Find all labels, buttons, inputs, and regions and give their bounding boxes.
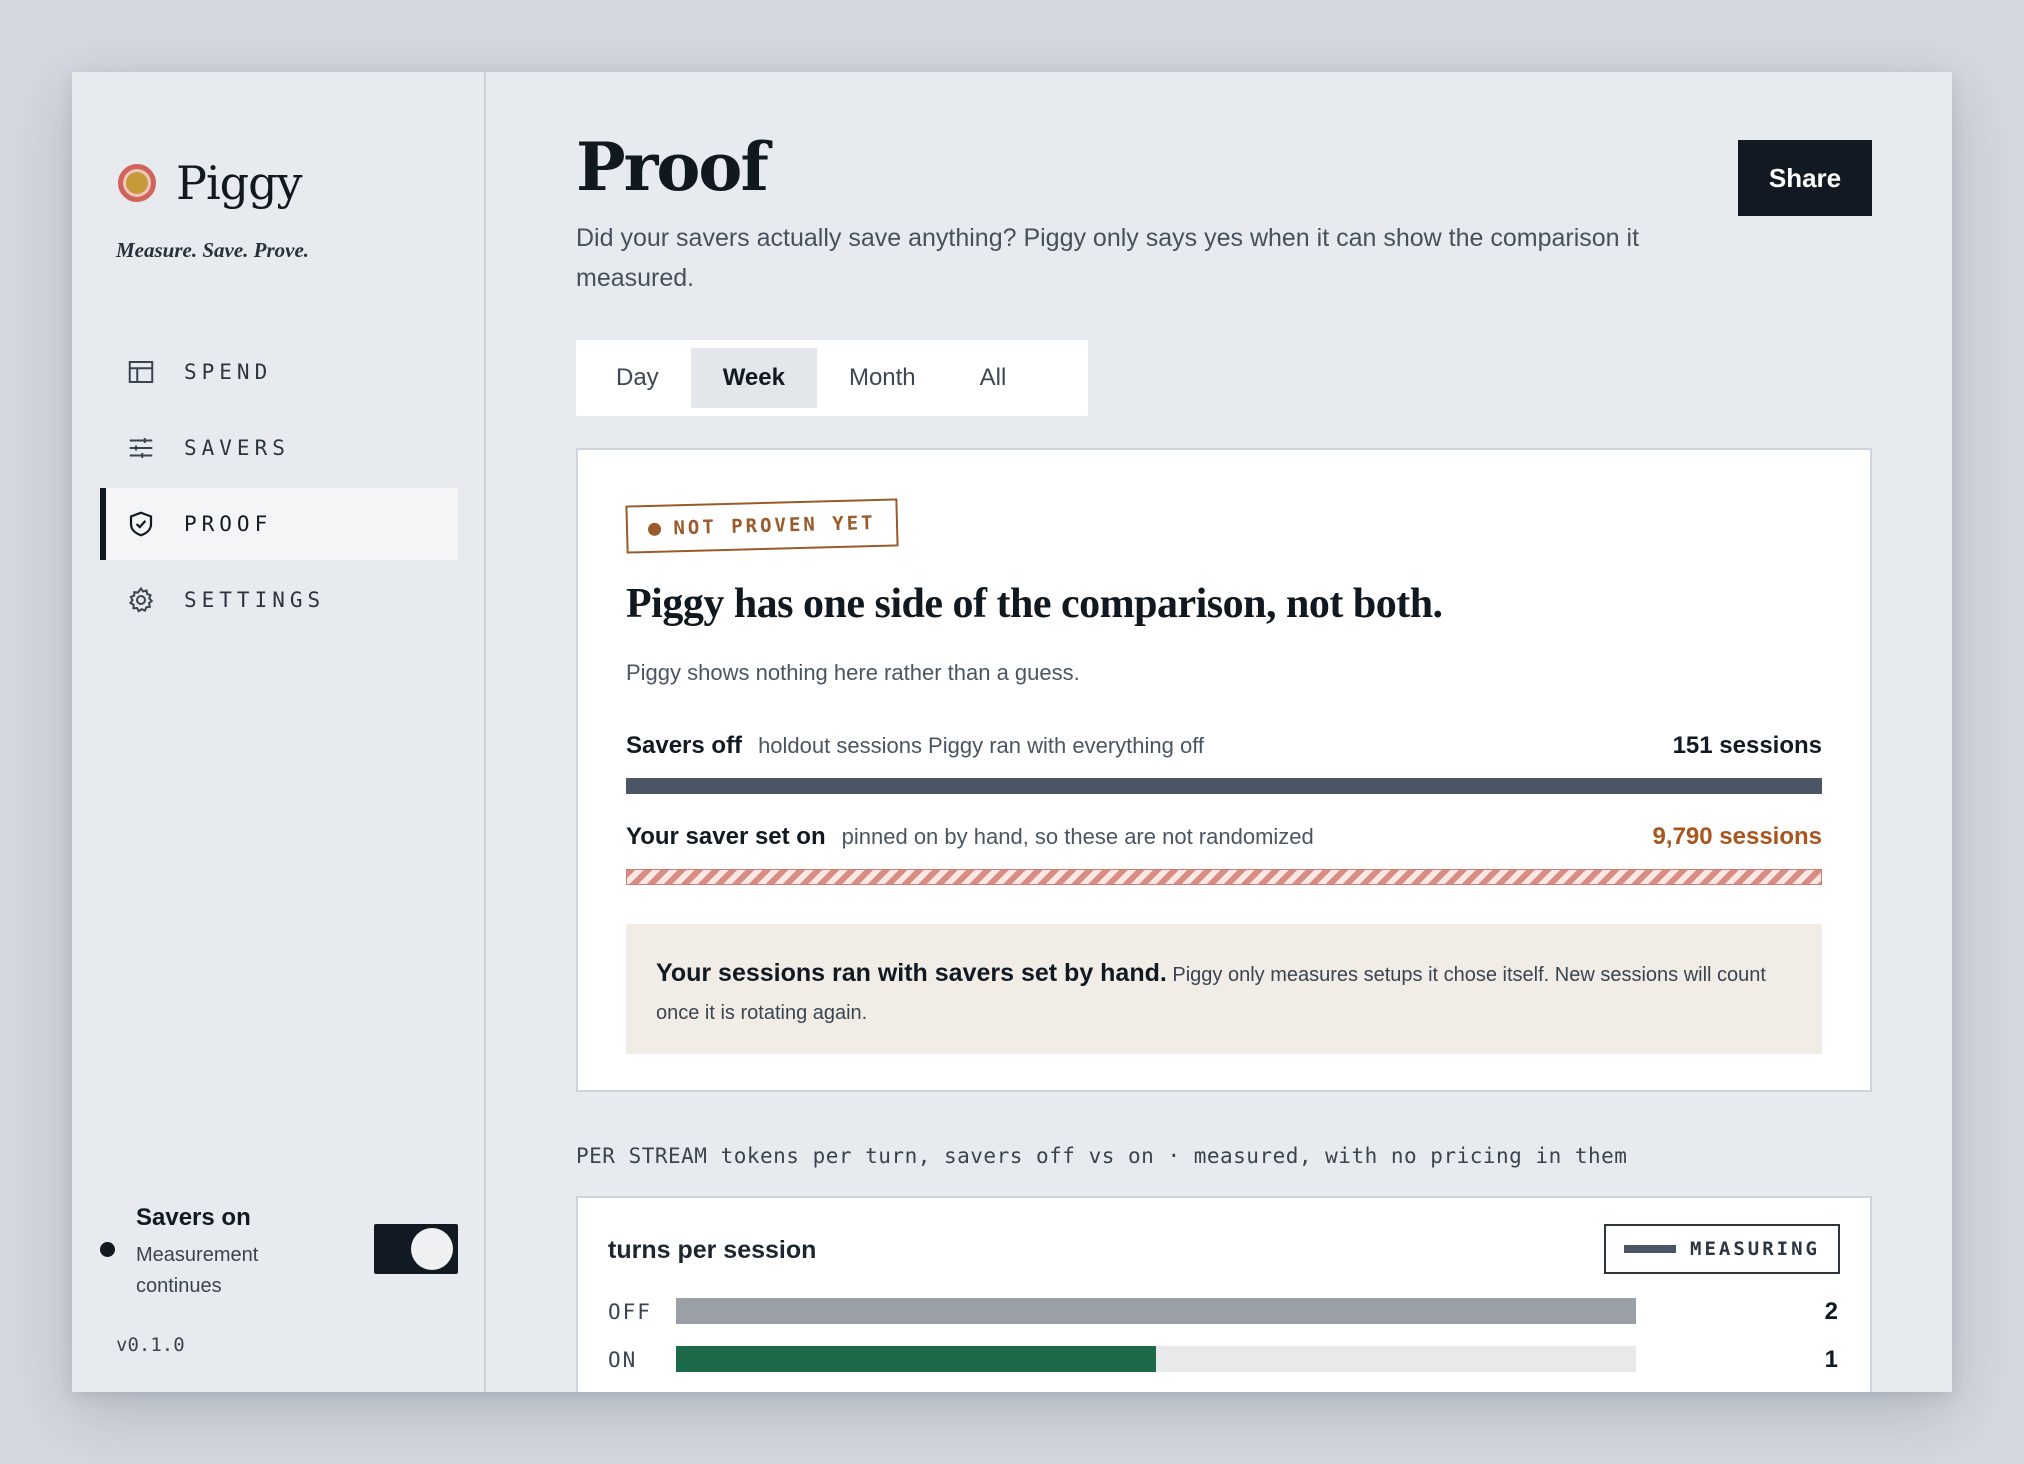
sidebar-item-savers[interactable]: SAVERS [100,412,458,484]
gear-icon [124,583,158,617]
sidebar-item-label: SETTINGS [184,588,326,612]
sliders-icon [124,431,158,465]
turns-per-session-card: turns per session MEASURING OFF 2 ON 1 [576,1196,1872,1392]
bar-fill-on [676,1346,1156,1372]
measuring-badge: MEASURING [1604,1224,1840,1274]
measuring-label: MEASURING [1690,1238,1820,1260]
comparison-row-off: Savers off holdout sessions Piggy ran wi… [626,732,1822,794]
row-note: pinned on by hand, so these are not rand… [841,824,1314,849]
savers-status-title: Savers on [136,1204,251,1231]
shield-check-icon [124,507,158,541]
per-stream-caption: PER STREAM tokens per turn, savers off v… [576,1144,1628,1168]
share-button[interactable]: Share [1738,140,1872,216]
callout-title: Your sessions ran with savers set by han… [656,959,1167,987]
tab-day[interactable]: Day [584,348,691,408]
proof-status-stamp: NOT PROVEN YET [625,498,899,554]
sidebar-item-label: PROOF [184,512,273,536]
savers-toggle[interactable] [374,1224,458,1274]
chart-title: turns per session [608,1236,817,1264]
proof-card: NOT PROVEN YET Piggy has one side of the… [576,448,1872,1092]
toggle-knob [411,1228,453,1270]
period-tabs: Day Week Month All [576,340,1088,416]
piggy-logo-icon [118,164,156,202]
bar-label-off: OFF [608,1300,652,1324]
bar-track-off [676,1298,1636,1324]
app-window: Piggy Measure. Save. Prove. SPEND SAVERS… [72,72,1952,1392]
stamp-label: NOT PROVEN YET [673,512,876,540]
sidebar-item-label: SAVERS [184,436,290,460]
sessions-bar-on [626,869,1822,885]
layout-icon [124,355,158,389]
bar-value-off: 2 [1824,1298,1838,1325]
sidebar-item-spend[interactable]: SPEND [100,336,458,408]
bar-value-on: 1 [1824,1346,1838,1373]
stamp-dot [648,522,662,536]
brand-name: Piggy [176,156,303,210]
sidebar-item-label: SPEND [184,360,273,384]
tab-all[interactable]: All [948,348,1039,408]
proof-subtitle: Piggy shows nothing here rather than a g… [626,660,1080,685]
sidebar-item-proof[interactable]: PROOF [100,488,458,560]
sessions-bar-off [626,778,1822,794]
status-dot [100,1242,115,1257]
sidebar-item-settings[interactable]: SETTINGS [100,564,458,636]
brand-tagline: Measure. Save. Prove. [116,238,310,262]
bar-fill-off [676,1298,1636,1324]
proof-headline: Piggy has one side of the comparison, no… [626,581,1443,627]
row-name: Your saver set on [626,823,826,850]
bar-track-on [676,1346,1636,1372]
bar-label-on: ON [608,1348,638,1372]
brand[interactable]: Piggy [118,156,303,210]
sidebar: Piggy Measure. Save. Prove. SPEND SAVERS… [72,72,486,1392]
tab-week[interactable]: Week [690,348,817,408]
page-title: Proof [576,128,769,206]
sidebar-nav: SPEND SAVERS PROOF SETTINGS [100,336,458,640]
row-name: Savers off [626,732,743,759]
tab-month[interactable]: Month [817,348,948,408]
row-note: holdout sessions Piggy ran with everythi… [758,733,1205,758]
main-content: Proof Did your savers actually save anyt… [488,72,1952,1392]
row-count: 9,790 sessions [1652,823,1822,850]
savers-status-subtitle: Measurement continues [136,1244,259,1297]
comparison-row-on: Your saver set on pinned on by hand, so … [626,823,1822,885]
manual-setup-callout: Your sessions ran with savers set by han… [626,924,1822,1054]
measuring-swatch [1624,1245,1677,1253]
row-count: 151 sessions [1672,732,1822,759]
app-version: v0.1.0 [116,1334,185,1356]
page-description: Did your savers actually save anything? … [576,224,1640,292]
